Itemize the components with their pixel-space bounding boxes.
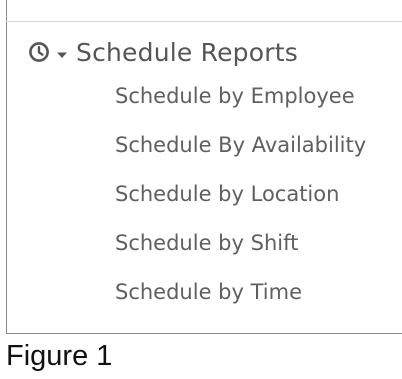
menu-item-schedule-by-availability[interactable]: Schedule By Availability (115, 125, 366, 174)
clock-icon (28, 41, 50, 63)
panel-top-divider (6, 21, 402, 22)
caret-down-icon (56, 46, 68, 58)
menu-item-schedule-by-shift[interactable]: Schedule by Shift (115, 223, 366, 272)
figure-caption: Figure 1 (6, 340, 113, 372)
menu-title: Schedule Reports (76, 37, 298, 67)
menu-item-schedule-by-time[interactable]: Schedule by Time (115, 272, 366, 321)
schedule-reports-menu-header[interactable]: Schedule Reports (28, 35, 298, 69)
schedule-reports-submenu: Schedule by Employee Schedule By Availab… (115, 76, 366, 321)
menu-item-schedule-by-location[interactable]: Schedule by Location (115, 174, 366, 223)
menu-item-schedule-by-employee[interactable]: Schedule by Employee (115, 76, 366, 125)
